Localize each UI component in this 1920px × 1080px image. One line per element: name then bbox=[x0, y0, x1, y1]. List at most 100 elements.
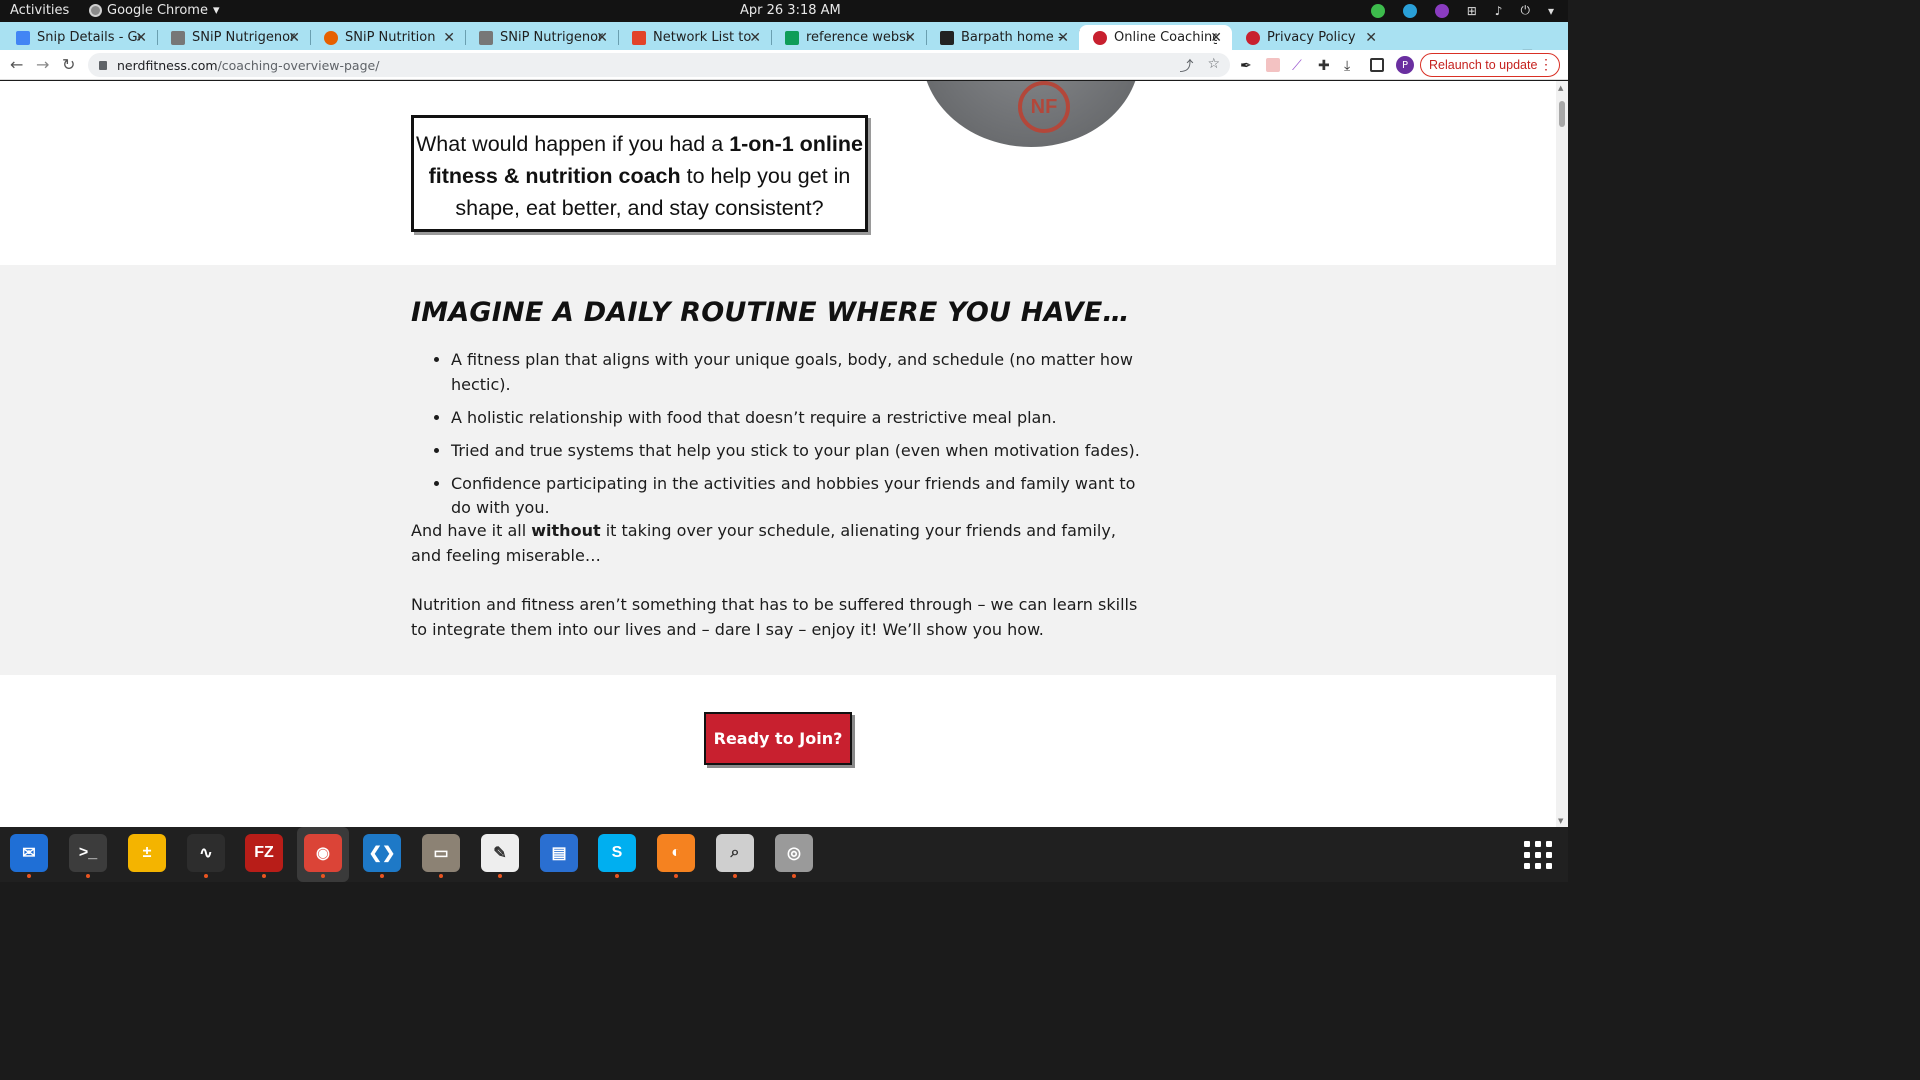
relaunch-to-update-button[interactable]: Relaunch to update ⋮ bbox=[1420, 53, 1560, 77]
chevron-down-icon[interactable]: ▾ bbox=[1548, 4, 1554, 18]
close-icon[interactable]: ✕ bbox=[749, 30, 761, 46]
firefox-like-icon bbox=[324, 30, 338, 45]
coaching-question-box: What would happen if you had a 1-on-1 on… bbox=[411, 115, 868, 232]
system-top-bar: Activities Google Chrome ▾ Apr 26 3:18 A… bbox=[0, 0, 1568, 22]
close-icon[interactable]: ✕ bbox=[135, 30, 147, 46]
chrome-app-icon bbox=[89, 4, 102, 17]
snip-icon bbox=[479, 30, 493, 45]
show-applications-icon[interactable] bbox=[1524, 841, 1552, 869]
close-icon[interactable]: ✕ bbox=[596, 30, 608, 46]
list-item: A holistic relationship with food that d… bbox=[451, 406, 1151, 431]
power-icon[interactable]: ⏻ bbox=[1520, 3, 1530, 18]
scrollbar-thumb[interactable] bbox=[1559, 101, 1565, 127]
activities-button[interactable]: Activities bbox=[10, 3, 69, 18]
tab-snip-nutrigenomics-1[interactable]: SNiP Nutrigenomi ✕ bbox=[157, 25, 311, 50]
paragraph-emphasis: without bbox=[531, 521, 601, 540]
tab-reference-website[interactable]: reference website ✕ bbox=[771, 25, 927, 50]
tab-title: reference website bbox=[806, 30, 909, 45]
volume-icon[interactable]: ♪ bbox=[1495, 4, 1503, 18]
scroll-down-icon[interactable]: ▼ bbox=[1558, 817, 1563, 825]
terminal-icon[interactable]: >_ bbox=[69, 834, 107, 878]
vscode-icon[interactable]: ❮❯ bbox=[363, 834, 401, 878]
forward-icon[interactable]: → bbox=[36, 55, 49, 74]
extension-calendar-icon[interactable] bbox=[1266, 58, 1280, 72]
kebab-menu-icon[interactable]: ⋮ bbox=[1539, 56, 1553, 73]
disk-icon[interactable]: ◎ bbox=[775, 834, 813, 878]
app-menu[interactable]: Google Chrome ▾ bbox=[89, 3, 220, 18]
close-icon[interactable]: ✕ bbox=[1210, 30, 1222, 46]
reload-icon[interactable]: ↻ bbox=[62, 55, 75, 74]
system-tray: ⊞ ♪ ⏻ ▾ bbox=[1370, 3, 1554, 18]
close-icon[interactable]: ✕ bbox=[443, 30, 455, 46]
chevron-down-icon: ▾ bbox=[212, 3, 220, 18]
tab-snip-nutrition[interactable]: SNiP Nutrition ✕ bbox=[310, 25, 466, 50]
address-bar[interactable]: nerdfitness.com/coaching-overview-page/ … bbox=[88, 53, 1230, 77]
nerdfitness-logo: NF bbox=[1018, 81, 1070, 133]
browser-toolbar: ← → ↻ nerdfitness.com/coaching-overview-… bbox=[0, 50, 1568, 80]
rpa-icon bbox=[940, 30, 954, 45]
lock-icon[interactable] bbox=[99, 60, 107, 70]
calculator-icon[interactable]: ± bbox=[128, 834, 166, 872]
extension-pen-icon[interactable]: ⟋ bbox=[1292, 58, 1306, 74]
paragraph-without: And have it all without it taking over y… bbox=[411, 519, 1151, 568]
list-item: Confidence participating in the activiti… bbox=[451, 472, 1151, 521]
snip-icon bbox=[171, 30, 185, 45]
nerdfitness-icon bbox=[1246, 30, 1260, 45]
close-icon[interactable]: ✕ bbox=[1365, 30, 1377, 46]
hero-section: NF What would happen if you had a 1-on-1… bbox=[0, 81, 1556, 265]
tab-online-coaching[interactable]: Online Coaching: ✕ bbox=[1079, 25, 1232, 50]
tab-title: Barpath home - Ba bbox=[961, 30, 1064, 45]
tab-snip-details[interactable]: Snip Details - Goo ✕ bbox=[2, 25, 158, 50]
skype-icon[interactable]: S bbox=[598, 834, 636, 878]
ubuntu-dock: ✉ >_ ± ∿ FZ ◉ ❮❯ ▭ ✎ ▤ S ◐ ⌕ ◎ bbox=[0, 827, 1568, 882]
side-panel-icon[interactable] bbox=[1370, 58, 1384, 72]
vpn-status-icon[interactable] bbox=[1370, 3, 1385, 18]
routine-section: IMAGINE A DAILY ROUTINE WHERE YOU HAVE… … bbox=[0, 265, 1556, 675]
sync-icon[interactable] bbox=[1402, 3, 1417, 18]
tab-network-list[interactable]: Network List to Ac ✕ bbox=[618, 25, 772, 50]
ready-to-join-button[interactable]: Ready to Join? bbox=[704, 712, 852, 765]
clock[interactable]: Apr 26 3:18 AM bbox=[740, 3, 841, 18]
burner-icon[interactable]: ◐ bbox=[657, 834, 695, 878]
google-sheets-icon bbox=[785, 30, 799, 45]
app-indicator-icon[interactable] bbox=[1434, 3, 1449, 18]
relaunch-label: Relaunch to update bbox=[1429, 58, 1538, 72]
url-path: /coaching-overview-page/ bbox=[217, 57, 380, 73]
chrome-icon[interactable]: ◉ bbox=[304, 834, 342, 878]
share-icon[interactable]: ⤴ bbox=[1179, 56, 1193, 76]
network-icon[interactable]: ⊞ bbox=[1467, 4, 1477, 18]
filezilla-icon[interactable]: FZ bbox=[245, 834, 283, 878]
extensions-puzzle-icon[interactable]: ✚ bbox=[1318, 58, 1332, 74]
tab-title: SNiP Nutrigenomi bbox=[192, 30, 295, 45]
text-editor-icon[interactable]: ✎ bbox=[481, 834, 519, 878]
tab-title: Snip Details - Goo bbox=[37, 30, 140, 45]
tab-title: Privacy Policy bbox=[1267, 30, 1356, 45]
system-monitor-icon[interactable]: ∿ bbox=[187, 834, 225, 878]
page-scrollbar[interactable]: ▲ ▼ bbox=[1556, 81, 1568, 827]
tab-privacy-policy[interactable]: Privacy Policy ✕ bbox=[1232, 25, 1387, 50]
tab-barpath-home[interactable]: Barpath home - Ba ✕ bbox=[926, 25, 1080, 50]
close-icon[interactable]: ✕ bbox=[1057, 30, 1069, 46]
download-icon[interactable]: ⤓ bbox=[1344, 58, 1358, 74]
tab-snip-nutrigenomics-2[interactable]: SNiP Nutrigenomi ✕ bbox=[465, 25, 619, 50]
eyedropper-icon[interactable]: ✒ bbox=[1240, 58, 1254, 74]
tab-title: SNiP Nutrigenomi bbox=[500, 30, 603, 45]
routine-heading: IMAGINE A DAILY ROUTINE WHERE YOU HAVE… bbox=[411, 297, 1130, 328]
image-viewer-icon[interactable]: ⌕ bbox=[716, 834, 754, 878]
scroll-up-icon[interactable]: ▲ bbox=[1558, 84, 1563, 92]
tab-title: Network List to Ac bbox=[653, 30, 756, 45]
list-item: Tried and true systems that help you sti… bbox=[451, 439, 1151, 464]
thunderbird-icon[interactable]: ✉ bbox=[10, 834, 48, 878]
tab-title: SNiP Nutrition bbox=[345, 30, 436, 45]
tab-title: Online Coaching: bbox=[1114, 30, 1217, 45]
files-icon[interactable]: ▭ bbox=[422, 834, 460, 878]
close-icon[interactable]: ✕ bbox=[288, 30, 300, 46]
google-docs-icon bbox=[16, 30, 30, 45]
bookmark-star-icon[interactable]: ☆ bbox=[1207, 56, 1220, 76]
close-icon[interactable]: ✕ bbox=[904, 30, 916, 46]
paragraph-text: And have it all bbox=[411, 521, 532, 540]
back-icon[interactable]: ← bbox=[10, 55, 23, 74]
coach-photo: NF bbox=[922, 81, 1140, 147]
profile-avatar[interactable]: P bbox=[1396, 56, 1414, 74]
document-viewer-icon[interactable]: ▤ bbox=[540, 834, 578, 872]
